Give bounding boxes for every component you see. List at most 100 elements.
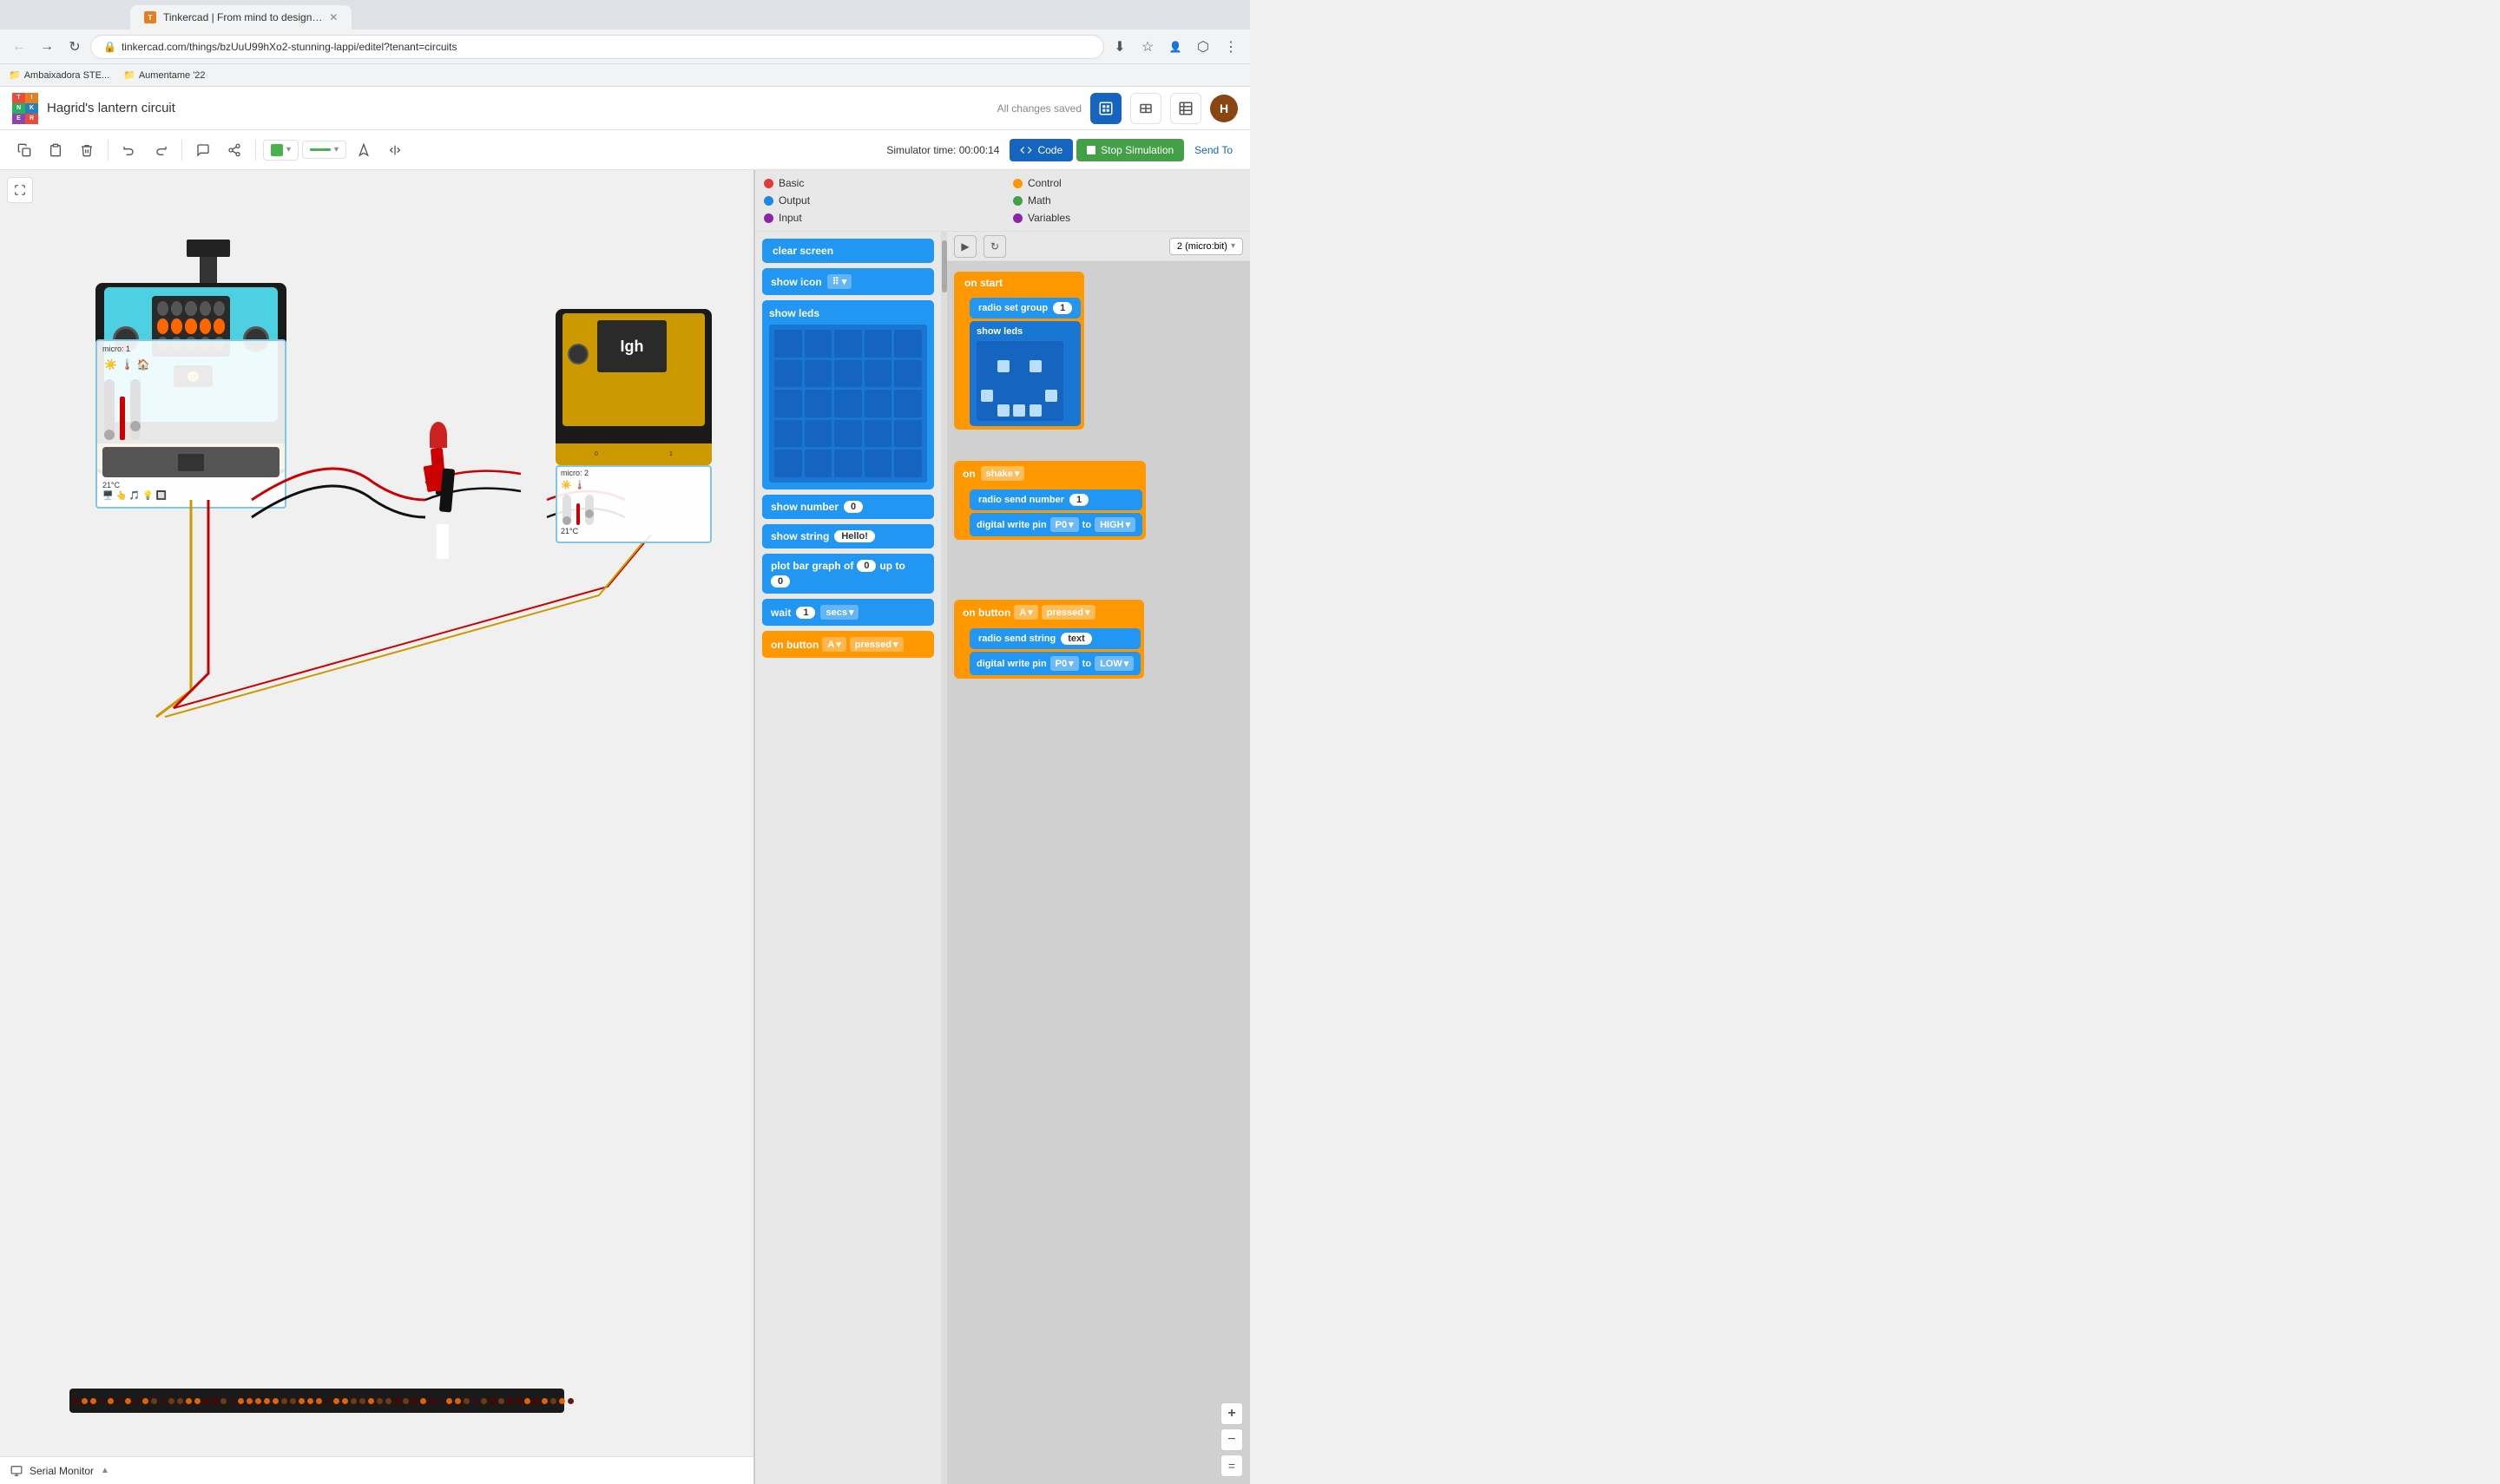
lc[interactable] xyxy=(997,345,1010,358)
category-basic[interactable]: Basic xyxy=(764,175,992,191)
radio-send-string-block[interactable]: radio send string text xyxy=(970,628,1141,649)
forward-button[interactable]: → xyxy=(35,35,59,59)
plot-value-2[interactable]: 0 xyxy=(771,575,790,588)
lc[interactable] xyxy=(1030,375,1042,387)
lc[interactable] xyxy=(1045,375,1057,387)
undo-button[interactable] xyxy=(115,136,143,164)
note-button[interactable] xyxy=(189,136,217,164)
lc[interactable] xyxy=(981,404,993,417)
lc-on[interactable] xyxy=(997,404,1010,417)
tab-close-icon[interactable]: ✕ xyxy=(329,11,338,23)
play-button[interactable]: ▶ xyxy=(954,235,977,258)
btn-a-dropdown[interactable]: A ▾ xyxy=(1014,605,1037,620)
lc[interactable] xyxy=(1013,375,1025,387)
zoom-out-button[interactable]: − xyxy=(1220,1428,1243,1451)
radio-set-group-block[interactable]: radio set group 1 xyxy=(970,298,1081,318)
lc[interactable] xyxy=(1030,390,1042,402)
line-selector[interactable]: ▾ xyxy=(302,141,346,159)
show-icon-block[interactable]: show icon ⠿ ▾ xyxy=(762,268,934,295)
back-button[interactable]: ← xyxy=(7,35,31,59)
wait-block[interactable]: wait 1 secs ▾ xyxy=(762,599,934,626)
circuit-canvas[interactable]: 😐 0 1 2 3V GND micro: 1 xyxy=(0,170,753,1456)
stop-simulation-button[interactable]: Stop Simulation xyxy=(1076,139,1184,161)
lc[interactable] xyxy=(1045,404,1057,417)
wait-value[interactable]: 1 xyxy=(796,607,815,619)
table-btn[interactable] xyxy=(1170,93,1201,124)
shake-dropdown[interactable]: shake ▾ xyxy=(981,466,1025,481)
mirror-button[interactable] xyxy=(381,136,409,164)
share-button[interactable] xyxy=(220,136,248,164)
loop-button[interactable]: ↻ xyxy=(984,235,1006,258)
align-button[interactable] xyxy=(350,136,378,164)
dw-btn-low-dropdown[interactable]: LOW ▾ xyxy=(1095,656,1134,671)
avatar[interactable]: H xyxy=(1210,95,1238,122)
slider-1[interactable] xyxy=(104,379,115,440)
lc[interactable] xyxy=(1045,345,1057,358)
on-button-block[interactable]: on button A ▾ pressed ▾ xyxy=(762,631,934,658)
extensions-icon[interactable]: ⬡ xyxy=(1191,35,1215,59)
code-canvas[interactable]: ▶ ↻ 2 (micro:bit) ▾ xyxy=(947,232,1250,1484)
radio-send-number-block[interactable]: radio send number 1 xyxy=(970,489,1142,510)
lc[interactable] xyxy=(1030,345,1042,358)
bookmark-2[interactable]: 📁 Aumentame '22 xyxy=(123,69,205,81)
device-selector[interactable]: 2 (micro:bit) ▾ xyxy=(1169,238,1243,255)
slider-thumb-2[interactable] xyxy=(130,421,141,431)
copy-button[interactable] xyxy=(10,136,38,164)
show-string-block[interactable]: show string Hello! xyxy=(762,524,934,548)
show-number-block[interactable]: show number 0 xyxy=(762,495,934,519)
dw-shake-high-dropdown[interactable]: HIGH ▾ xyxy=(1095,517,1135,532)
show-number-value[interactable]: 0 xyxy=(844,501,863,513)
on-button-a-block[interactable]: on button A ▾ pressed ▾ xyxy=(954,600,1144,625)
dw-shake-pin-dropdown[interactable]: P0 ▾ xyxy=(1050,517,1079,532)
show-string-value[interactable]: Hello! xyxy=(834,530,875,542)
lc[interactable] xyxy=(997,390,1010,402)
paste-button[interactable] xyxy=(42,136,69,164)
profile-icon[interactable]: 👤 xyxy=(1163,35,1188,59)
lc[interactable] xyxy=(1013,360,1025,372)
led-grid-canvas[interactable] xyxy=(977,341,1063,421)
lc[interactable] xyxy=(997,375,1010,387)
serial-monitor-bar[interactable]: Serial Monitor ▲ xyxy=(0,1456,753,1484)
clear-screen-block[interactable]: clear screen xyxy=(762,239,934,263)
lc-on[interactable] xyxy=(981,390,993,402)
category-variables[interactable]: Variables xyxy=(1013,210,1241,226)
bookmark-1[interactable]: 📁 Ambaixadora STE... xyxy=(9,69,109,81)
lc[interactable] xyxy=(1013,345,1025,358)
menu-icon[interactable]: ⋮ xyxy=(1219,35,1243,59)
lc[interactable] xyxy=(1013,390,1025,402)
radio-group-value[interactable]: 1 xyxy=(1053,302,1072,314)
address-bar[interactable]: 🔒 tinkercad.com/things/bzUuU99hXo2-stunn… xyxy=(90,35,1104,59)
digital-write-shake-block[interactable]: digital write pin P0 ▾ to HIGH ▾ xyxy=(970,513,1142,536)
radio-send-number-value[interactable]: 1 xyxy=(1069,494,1089,506)
digital-write-button-block[interactable]: digital write pin P0 ▾ to LOW ▾ xyxy=(970,652,1141,675)
color-selector[interactable]: ▾ xyxy=(263,140,299,161)
show-leds-palette-block[interactable]: show leds xyxy=(762,300,934,489)
browser-tab-active[interactable]: T Tinkercad | From mind to design… ✕ xyxy=(130,5,352,30)
on-start-block[interactable]: on start xyxy=(954,272,1084,294)
slider-2[interactable] xyxy=(130,379,141,440)
category-math[interactable]: Math xyxy=(1013,193,1241,208)
slider-thumb-1[interactable] xyxy=(104,430,115,440)
plot-value-1[interactable]: 0 xyxy=(857,560,876,572)
lc[interactable] xyxy=(1045,360,1057,372)
show-leds-canvas-block[interactable]: show leds xyxy=(970,321,1081,426)
dw-btn-pin-dropdown[interactable]: P0 ▾ xyxy=(1050,656,1079,671)
zoom-fit-button[interactable]: = xyxy=(1220,1454,1243,1477)
microbit-board-1[interactable]: 😐 0 1 2 3V GND micro: 1 xyxy=(95,240,286,509)
wait-dropdown[interactable]: secs ▾ xyxy=(820,605,859,620)
tinkercad-logo[interactable]: T I N K E R xyxy=(12,93,38,124)
download-icon[interactable]: ⬇ xyxy=(1108,35,1132,59)
led-strip[interactable] xyxy=(69,1389,564,1413)
canvas-blocks-area[interactable]: on start radio set group 1 xyxy=(947,261,1250,1484)
category-input[interactable]: Input xyxy=(764,210,992,226)
microbit-board-2[interactable]: Igh 0 1 micro: 2 ☀️🌡️ xyxy=(556,309,712,535)
send-to-button[interactable]: Send To xyxy=(1188,144,1240,156)
reload-button[interactable]: ↻ xyxy=(62,35,87,59)
pressed-dropdown[interactable]: pressed ▾ xyxy=(850,637,904,652)
category-control[interactable]: Control xyxy=(1013,175,1241,191)
redo-button[interactable] xyxy=(147,136,174,164)
show-icon-dropdown[interactable]: ⠿ ▾ xyxy=(827,274,852,289)
circuit-view-btn[interactable] xyxy=(1090,93,1122,124)
lc-on[interactable] xyxy=(997,360,1010,372)
zoom-in-button[interactable]: + xyxy=(1220,1402,1243,1425)
